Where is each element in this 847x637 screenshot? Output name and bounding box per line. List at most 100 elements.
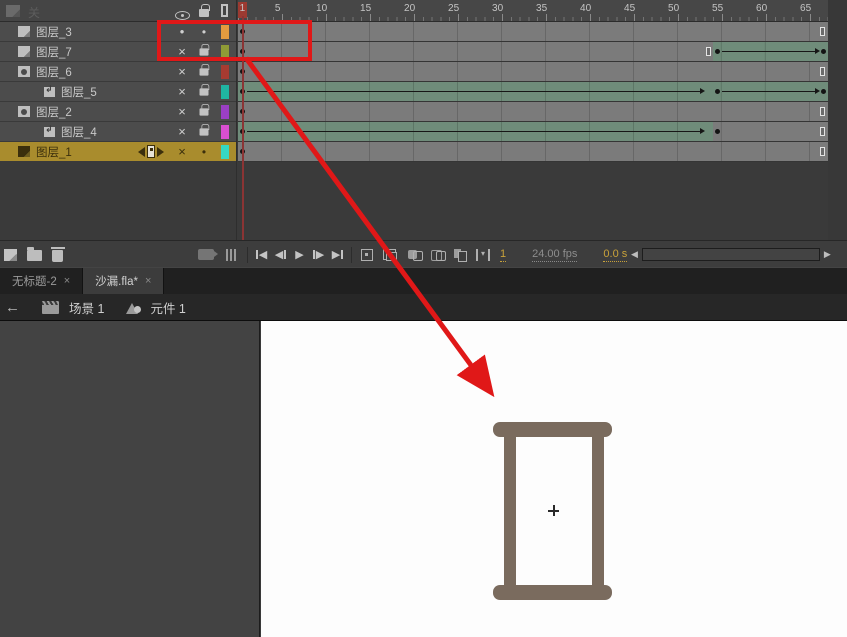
- tab-untitled-2[interactable]: 无标题-2 ×: [0, 268, 84, 294]
- layer-row-图层_2[interactable]: 图层_2 ×: [0, 102, 236, 122]
- layer-outline-color-swatch[interactable]: [221, 125, 229, 139]
- frame-grid-stripes: [238, 42, 714, 61]
- layer-lock-toggle[interactable]: [194, 102, 214, 122]
- go-to-first-frame-button[interactable]: ◀: [252, 246, 271, 264]
- hourglass-top-bar[interactable]: [493, 422, 612, 437]
- layer-lock-toggle[interactable]: •: [194, 22, 214, 42]
- layer-row-图层_5[interactable]: 图层_5 ×: [0, 82, 236, 102]
- layer-visibility-toggle[interactable]: ×: [172, 42, 192, 62]
- onion-skin-icon[interactable]: [408, 249, 423, 261]
- frame-row-图层_4[interactable]: [238, 122, 828, 142]
- layer-lock-toggle[interactable]: [194, 62, 214, 82]
- scroll-left-icon[interactable]: ◀: [631, 249, 638, 260]
- layer-name: 图层_1: [36, 146, 72, 159]
- playhead-line[interactable]: [242, 16, 244, 240]
- back-arrow-icon[interactable]: ←: [5, 299, 20, 316]
- layer-row-图层_6[interactable]: 图层_6 ×: [0, 62, 236, 82]
- layer-row-图层_3[interactable]: 图层_3 • •: [0, 22, 236, 42]
- end-keyframe-dot[interactable]: [820, 49, 826, 54]
- static-frame-span[interactable]: [238, 102, 828, 121]
- end-frame-marker[interactable]: [820, 27, 826, 36]
- layer-visibility-toggle[interactable]: •: [172, 22, 192, 42]
- frame-row-图层_7[interactable]: [238, 42, 828, 62]
- end-keyframe-dot[interactable]: [820, 89, 826, 94]
- breadcrumb-symbol[interactable]: 元件 1: [150, 298, 185, 317]
- modify-markers-icon[interactable]: [476, 248, 490, 261]
- layer-lock-toggle[interactable]: •: [194, 142, 214, 162]
- hourglass-left-post[interactable]: [504, 436, 516, 586]
- layer-name: 图层_3: [36, 26, 72, 39]
- frame-row-图层_6[interactable]: [238, 62, 828, 82]
- delete-layer-button trash-icon[interactable]: [50, 247, 65, 262]
- onion-skin-outlines-icon[interactable]: [431, 249, 446, 261]
- outline-column-header outline-icon[interactable]: [221, 4, 228, 17]
- static-frame-span[interactable]: [238, 142, 828, 161]
- layer-outline-color-swatch[interactable]: [221, 85, 229, 99]
- center-frame-icon[interactable]: [361, 248, 373, 261]
- end-frame-marker[interactable]: [820, 127, 826, 136]
- layer-row-图层_1[interactable]: 图层_1 × •: [0, 142, 236, 162]
- hourglass-bottom-bar[interactable]: [493, 585, 612, 600]
- edit-multiple-frames-icon[interactable]: [454, 249, 467, 262]
- static-frame-span[interactable]: [713, 122, 828, 141]
- insert-keyframe-icon[interactable]: [147, 145, 155, 158]
- frame-rows-container: [238, 22, 828, 162]
- layer-lock-toggle[interactable]: [194, 82, 214, 102]
- layer-row-图层_4[interactable]: 图层_4 ×: [0, 122, 236, 142]
- static-frame-span[interactable]: [238, 42, 714, 61]
- frame-row-图层_2[interactable]: [238, 102, 828, 122]
- frame-rate-indicator[interactable]: 24.00 fps: [532, 248, 578, 262]
- layer-visibility-toggle[interactable]: ×: [172, 102, 192, 122]
- play-button[interactable]: ▶: [290, 246, 309, 264]
- layer-outline-color-swatch[interactable]: [221, 105, 229, 119]
- scene-icon: [42, 300, 59, 314]
- ruler-label: 65: [800, 3, 812, 14]
- layer-outline-color-swatch[interactable]: [221, 25, 229, 39]
- static-frame-span[interactable]: [238, 22, 828, 41]
- layer-outline-color-swatch[interactable]: [221, 145, 229, 159]
- current-frame-indicator[interactable]: 1: [500, 248, 507, 262]
- end-frame-marker[interactable]: [705, 47, 711, 56]
- new-layer-button new-layer-icon[interactable]: [4, 248, 17, 261]
- panel-title: 关: [28, 6, 41, 20]
- end-frame-marker[interactable]: [820, 147, 826, 156]
- layer-visibility-toggle[interactable]: ×: [172, 62, 192, 82]
- step-forward-button[interactable]: ▶: [309, 246, 328, 264]
- tab-shalou-fla[interactable]: 沙漏.fla* ×: [83, 268, 165, 294]
- timeline-ruler[interactable]: 1 5 10 15 20 25 30 35 40 45 50 55 60 65: [238, 0, 828, 22]
- keyframe-navigator[interactable]: [138, 145, 164, 158]
- layer-visibility-toggle[interactable]: ×: [172, 122, 192, 142]
- masked-layer-icon: [44, 124, 55, 137]
- hourglass-right-post[interactable]: [592, 436, 604, 586]
- layer-visibility-toggle[interactable]: ×: [172, 142, 192, 162]
- layer-visibility-toggle[interactable]: ×: [172, 82, 192, 102]
- close-icon[interactable]: ×: [145, 275, 151, 287]
- layer-rows-container: 图层_3••图层_7×图层_6×图层_5×图层_2×图层_4×图层_1×•: [0, 22, 236, 162]
- timeline-horizontal-scrollbar[interactable]: [641, 248, 820, 261]
- previous-keyframe-icon[interactable]: [138, 146, 145, 157]
- close-icon[interactable]: ×: [64, 275, 70, 287]
- loop-icon[interactable]: [383, 249, 397, 261]
- static-frame-span[interactable]: [238, 62, 828, 81]
- frame-row-图层_1[interactable]: [238, 142, 828, 162]
- breadcrumb-scene[interactable]: 场景 1: [69, 298, 104, 317]
- step-back-button[interactable]: ◀: [271, 246, 290, 264]
- end-frame-marker[interactable]: [820, 67, 826, 76]
- new-folder-button folder-icon[interactable]: [27, 247, 42, 261]
- frame-row-图层_3[interactable]: [238, 22, 828, 42]
- layer-outline-color-swatch[interactable]: [221, 45, 229, 59]
- camera-icon[interactable]: [198, 249, 218, 260]
- end-frame-marker[interactable]: [820, 107, 826, 116]
- frame-row-图层_5[interactable]: [238, 82, 828, 102]
- layer-lock-toggle[interactable]: [194, 122, 214, 142]
- next-keyframe-icon[interactable]: [157, 146, 164, 157]
- lock-column-header[interactable]: [199, 3, 210, 22]
- normal-layer-icon: [18, 26, 30, 37]
- go-to-last-frame-button[interactable]: ▶: [328, 246, 347, 264]
- scroll-right-icon[interactable]: ▶: [824, 249, 831, 260]
- layer-outline-color-swatch[interactable]: [221, 65, 229, 79]
- layer-lock-toggle[interactable]: [194, 42, 214, 62]
- elapsed-time-indicator[interactable]: 0.0 s: [603, 248, 628, 262]
- layer-row-图层_7[interactable]: 图层_7 ×: [0, 42, 236, 62]
- tween-arrow: [247, 128, 706, 134]
